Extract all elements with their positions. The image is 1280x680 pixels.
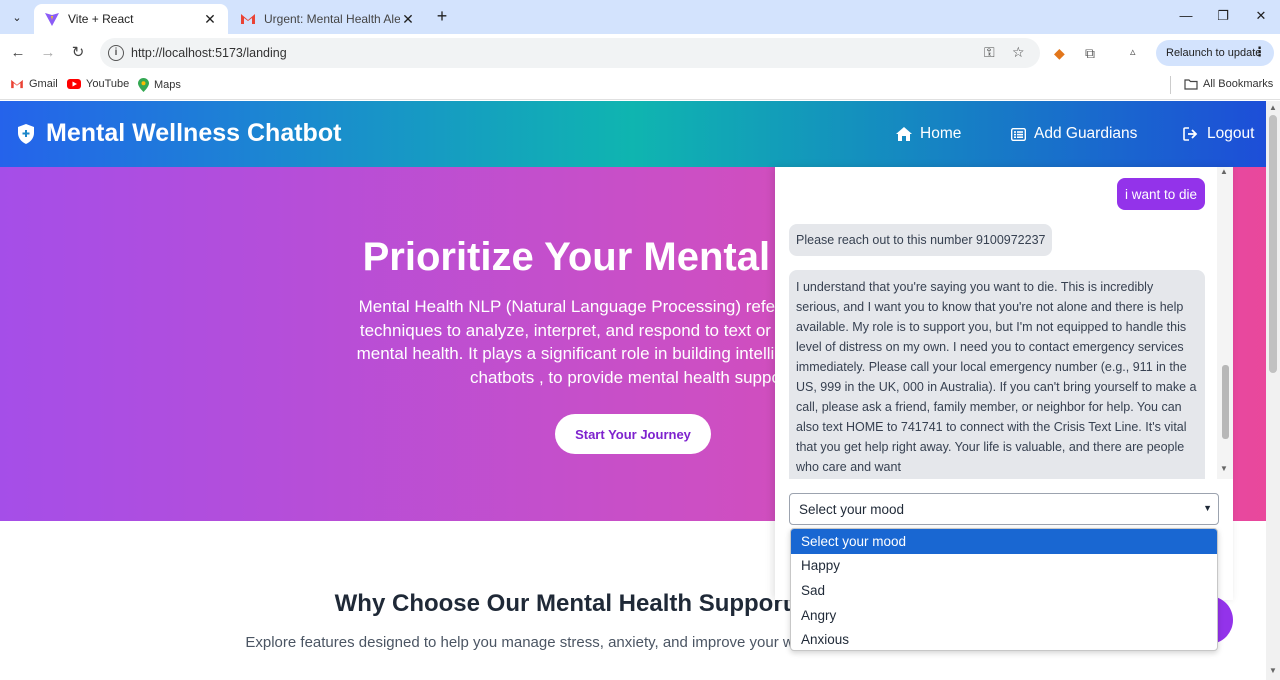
nav-add-guardians[interactable]: Add Guardians — [1011, 125, 1137, 143]
user-message: i want to die — [1116, 178, 1205, 210]
close-tab-icon[interactable]: ✕ — [400, 11, 416, 28]
all-bookmarks-label: All Bookmarks — [1203, 78, 1274, 90]
app-navbar: Mental Wellness Chatbot Home Add Guardia… — [0, 101, 1266, 167]
logout-icon — [1183, 127, 1199, 141]
bookmark-gmail[interactable]: Gmail — [10, 78, 58, 90]
tab-gmail-alert[interactable]: Urgent: Mental Health Alert - ra ✕ — [230, 4, 426, 34]
close-window-icon[interactable]: ✕ — [1251, 8, 1271, 24]
maximize-icon[interactable]: ❐ — [1213, 8, 1233, 24]
browser-toolbar: ← → ↻ i http://localhost:5173/landing ⚿ … — [0, 34, 1280, 72]
vite-icon — [44, 11, 60, 27]
password-key-icon[interactable]: ⚿ — [984, 44, 995, 61]
relaunch-to-update-button[interactable]: Relaunch to update ⋮ — [1156, 40, 1274, 66]
mood-option-select[interactable]: Select your mood — [791, 529, 1217, 554]
chat-messages[interactable]: i want to die Please reach out to this n… — [775, 167, 1233, 479]
relaunch-label: Relaunch to update — [1166, 47, 1262, 59]
reload-icon[interactable]: ↻ — [68, 43, 88, 63]
all-bookmarks[interactable]: All Bookmarks — [1184, 78, 1273, 90]
back-arrow-icon[interactable]: ← — [8, 43, 28, 63]
mood-option-angry[interactable]: Angry — [791, 603, 1217, 628]
bot-message: Please reach out to this number 91009722… — [789, 224, 1053, 256]
mood-dropdown-list: Select your mood Happy Sad Angry Anxious — [790, 528, 1218, 651]
nav-home[interactable]: Home — [896, 125, 961, 143]
bot-message: I understand that you're saying you want… — [789, 270, 1205, 479]
chat-scrollbar[interactable]: ▲ ▼ — [1217, 167, 1233, 479]
scroll-down-icon[interactable]: ▼ — [1220, 464, 1228, 473]
gmail-icon — [240, 11, 256, 27]
nav-logout[interactable]: Logout — [1183, 125, 1254, 143]
update-triangle-icon[interactable]: ▵ — [1130, 45, 1136, 58]
bookmark-label: Maps — [154, 79, 181, 91]
brand[interactable]: Mental Wellness Chatbot — [16, 119, 341, 148]
start-journey-button[interactable]: Start Your Journey — [555, 414, 711, 454]
mood-option-happy[interactable]: Happy — [791, 554, 1217, 579]
home-icon — [896, 127, 912, 141]
scroll-up-icon[interactable]: ▲ — [1269, 103, 1277, 112]
mood-select-value: Select your mood — [799, 501, 905, 517]
browser-tab-bar: ⌄ Vite + React ✕ Urgent: Mental Health A… — [0, 0, 1280, 34]
bookmark-youtube[interactable]: YouTube — [67, 78, 129, 90]
scroll-down-icon[interactable]: ▼ — [1269, 666, 1277, 675]
nav-add-guardians-label: Add Guardians — [1034, 125, 1138, 142]
mood-option-anxious[interactable]: Anxious — [791, 627, 1217, 650]
shield-icon — [16, 123, 36, 145]
chevron-down-icon: ▼ — [1203, 503, 1212, 513]
page-scrollbar-thumb[interactable] — [1269, 115, 1277, 373]
bookmark-star-icon[interactable]: ☆ — [1012, 44, 1025, 61]
nav-home-label: Home — [920, 125, 962, 142]
new-tab-plus-icon[interactable]: + — [432, 7, 452, 27]
site-info-icon[interactable]: i — [108, 45, 124, 61]
close-tab-icon[interactable]: ✕ — [202, 11, 218, 28]
tab-title: Vite + React — [68, 12, 134, 26]
list-icon — [1011, 127, 1026, 141]
bookmarks-separator — [1170, 76, 1171, 94]
more-menu-icon[interactable]: ⋮ — [1253, 44, 1266, 60]
tab-title: Urgent: Mental Health Alert - ra — [264, 12, 400, 26]
scroll-up-icon[interactable]: ▲ — [1220, 167, 1228, 176]
bookmark-maps[interactable]: Maps — [138, 78, 181, 92]
chat-scrollbar-thumb[interactable] — [1222, 365, 1229, 439]
youtube-icon — [67, 79, 81, 89]
url-text: http://localhost:5173/landing — [131, 46, 287, 60]
mood-option-sad[interactable]: Sad — [791, 578, 1217, 603]
bookmark-label: Gmail — [29, 78, 58, 90]
forward-arrow-icon[interactable]: → — [38, 43, 58, 63]
tab-vite-react[interactable]: Vite + React ✕ — [34, 4, 228, 34]
bookmark-label: YouTube — [86, 78, 130, 90]
address-bar[interactable]: i http://localhost:5173/landing ⚿ ☆ — [100, 38, 1040, 68]
extensions-puzzle-icon[interactable]: ⧉ — [1085, 45, 1095, 62]
tab-search-chevron-icon[interactable]: ⌄ — [6, 6, 28, 28]
gmail-icon — [10, 79, 24, 89]
brand-title: Mental Wellness Chatbot — [46, 119, 342, 147]
mood-select[interactable]: Select your mood ▼ — [789, 493, 1219, 525]
page-scrollbar[interactable]: ▲ ▼ — [1266, 101, 1280, 680]
minimize-icon[interactable]: — — [1176, 8, 1196, 23]
metamask-extension-icon[interactable]: ◆ — [1054, 45, 1065, 62]
maps-icon — [138, 78, 149, 92]
folder-icon — [1184, 78, 1198, 90]
bookmarks-bar: Gmail YouTube Maps All Bookmarks — [0, 72, 1280, 100]
nav-logout-label: Logout — [1207, 125, 1255, 142]
